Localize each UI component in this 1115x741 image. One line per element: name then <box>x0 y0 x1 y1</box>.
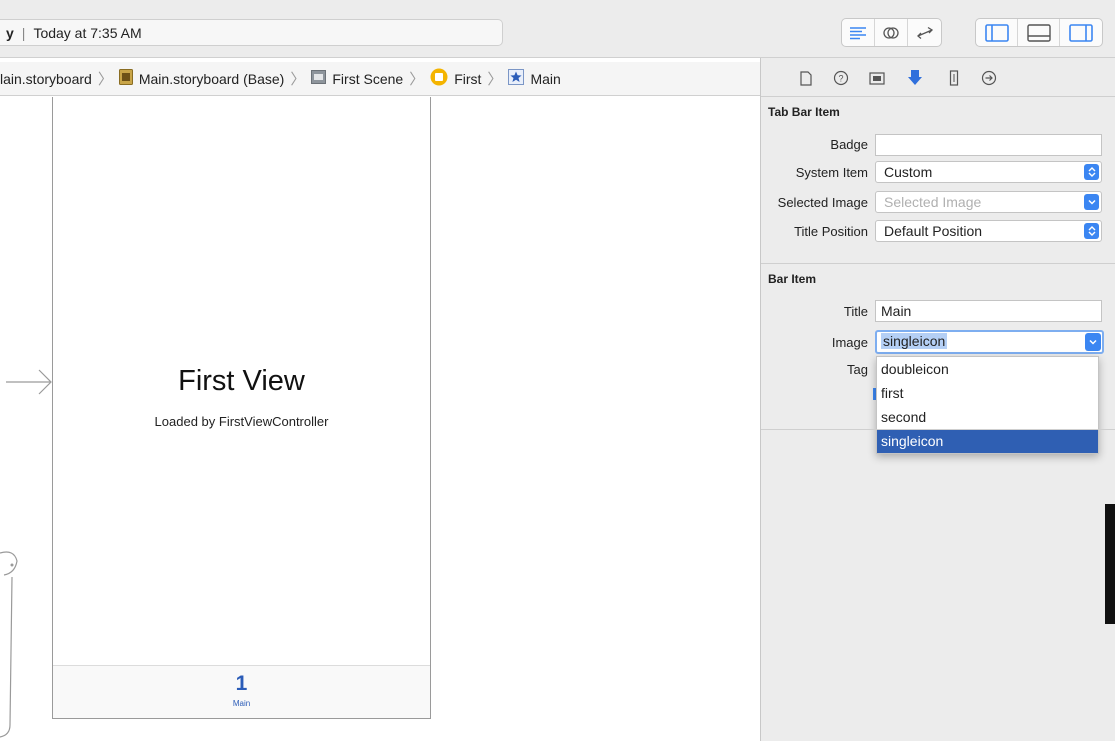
breadcrumb-label: First <box>454 70 482 87</box>
view-controller-icon <box>430 68 448 89</box>
file-inspector-icon[interactable] <box>796 68 816 88</box>
chevron-right-icon: 〉 <box>97 71 113 88</box>
dropdown-option-singleicon[interactable]: singleicon <box>877 429 1098 453</box>
breadcrumb-first[interactable]: First 〉 <box>430 68 508 89</box>
breadcrumb-main[interactable]: Main <box>508 69 561 88</box>
view-subtitle-label: Loaded by FirstViewController <box>154 414 329 429</box>
selected-image-label: Selected Image <box>777 195 868 210</box>
system-item-label: System Item <box>795 165 868 180</box>
updown-arrows-icon <box>1084 223 1099 239</box>
dropdown-option-first[interactable]: first <box>877 381 1098 405</box>
standard-editor-icon[interactable] <box>842 19 875 46</box>
first-view-controller-scene[interactable]: First View Loaded by FirstViewController… <box>52 97 431 719</box>
breadcrumb-label: Main <box>530 70 561 87</box>
tab-bar-item-main[interactable]: 1 Main <box>233 672 250 708</box>
title-label: Title <box>843 304 868 319</box>
image-value: singleicon <box>881 333 948 349</box>
system-item-popup[interactable]: Custom <box>875 161 1102 183</box>
identity-inspector-icon[interactable] <box>867 68 887 88</box>
debug-area-toggle-icon[interactable] <box>1018 19 1060 46</box>
breadcrumb-storyboard-base[interactable]: Main.storyboard (Base) 〉 <box>118 68 312 89</box>
connections-inspector-icon[interactable] <box>979 68 999 88</box>
chevron-right-icon: 〉 <box>487 71 503 88</box>
segue-bracket-icon <box>0 551 18 738</box>
title-position-label: Title Position <box>794 224 868 239</box>
version-editor-icon[interactable] <box>908 19 941 46</box>
tab-item-glyph: 1 <box>235 672 248 695</box>
tag-label: Tag <box>847 362 868 377</box>
image-combo-box[interactable]: singleicon <box>875 330 1104 354</box>
title-position-value: Default Position <box>884 223 983 239</box>
tab-bar-item-icon <box>508 69 525 88</box>
selected-image-placeholder: Selected Image <box>884 194 982 210</box>
inspector-selector-bar: ? <box>761 58 1115 97</box>
tab-item-label: Main <box>232 699 251 708</box>
project-name-fragment: y <box>6 24 14 41</box>
svg-text:?: ? <box>838 74 843 84</box>
title-position-popup[interactable]: Default Position <box>875 220 1102 242</box>
breadcrumb-main-storyboard[interactable]: lain.storyboard 〉 <box>0 68 119 89</box>
entry-point-arrow-icon <box>6 369 52 395</box>
view-title-label: First View <box>178 365 305 397</box>
editor-mode-group <box>841 18 942 47</box>
navigator-toggle-icon[interactable] <box>976 19 1018 46</box>
chevron-down-icon <box>1085 333 1101 351</box>
activity-status-field: y | Today at 7:35 AM <box>0 19 503 46</box>
size-inspector-icon[interactable] <box>944 68 964 88</box>
breadcrumb-label: Main.storyboard (Base) <box>138 70 285 87</box>
breadcrumb-label: lain.storyboard <box>0 70 92 87</box>
attributes-inspector-pane: ? Tab Bar Item Badge System Item Custom … <box>760 58 1115 741</box>
dropdown-option-second[interactable]: second <box>877 405 1098 429</box>
window-toolbar: y | Today at 7:35 AM <box>0 0 1115 58</box>
title-field[interactable]: Main <box>875 300 1102 322</box>
breadcrumb-label: First Scene <box>332 70 404 87</box>
tab-bar: 1 Main <box>53 665 430 718</box>
image-dropdown-list: doubleicon first second singleicon <box>876 356 1099 454</box>
section-divider <box>761 429 1115 430</box>
system-item-value: Custom <box>884 164 933 180</box>
window-edge-shadow <box>1105 504 1115 624</box>
status-text: Today at 7:35 AM <box>33 24 142 41</box>
quick-help-icon[interactable]: ? <box>831 68 851 88</box>
assistant-editor-icon[interactable] <box>875 19 908 46</box>
chevron-right-icon: 〉 <box>409 71 425 88</box>
breadcrumb-first-scene[interactable]: First Scene 〉 <box>311 68 430 89</box>
scene-icon <box>311 70 327 87</box>
badge-field[interactable] <box>875 134 1102 156</box>
attributes-inspector-icon[interactable] <box>905 68 925 88</box>
jump-bar: lain.storyboard 〉 Main.storyboard (Base)… <box>0 62 760 96</box>
chevron-right-icon: 〉 <box>290 71 306 88</box>
utilities-toggle-icon[interactable] <box>1060 19 1102 46</box>
status-separator: | <box>21 24 26 41</box>
updown-arrows-icon <box>1084 164 1099 180</box>
selected-image-combo[interactable]: Selected Image <box>875 191 1102 213</box>
dropdown-option-doubleicon[interactable]: doubleicon <box>877 357 1098 381</box>
view-toggle-group <box>975 18 1103 47</box>
image-label: Image <box>831 335 868 350</box>
section-title-bar-item: Bar Item <box>768 272 817 286</box>
section-divider <box>761 263 1115 264</box>
badge-label: Badge <box>830 137 868 152</box>
storyboard-canvas[interactable]: First View Loaded by FirstViewController… <box>0 97 760 741</box>
chevron-down-icon <box>1084 194 1099 210</box>
section-title-tab-bar-item: Tab Bar Item <box>768 105 840 119</box>
storyboard-base-icon <box>118 69 133 88</box>
